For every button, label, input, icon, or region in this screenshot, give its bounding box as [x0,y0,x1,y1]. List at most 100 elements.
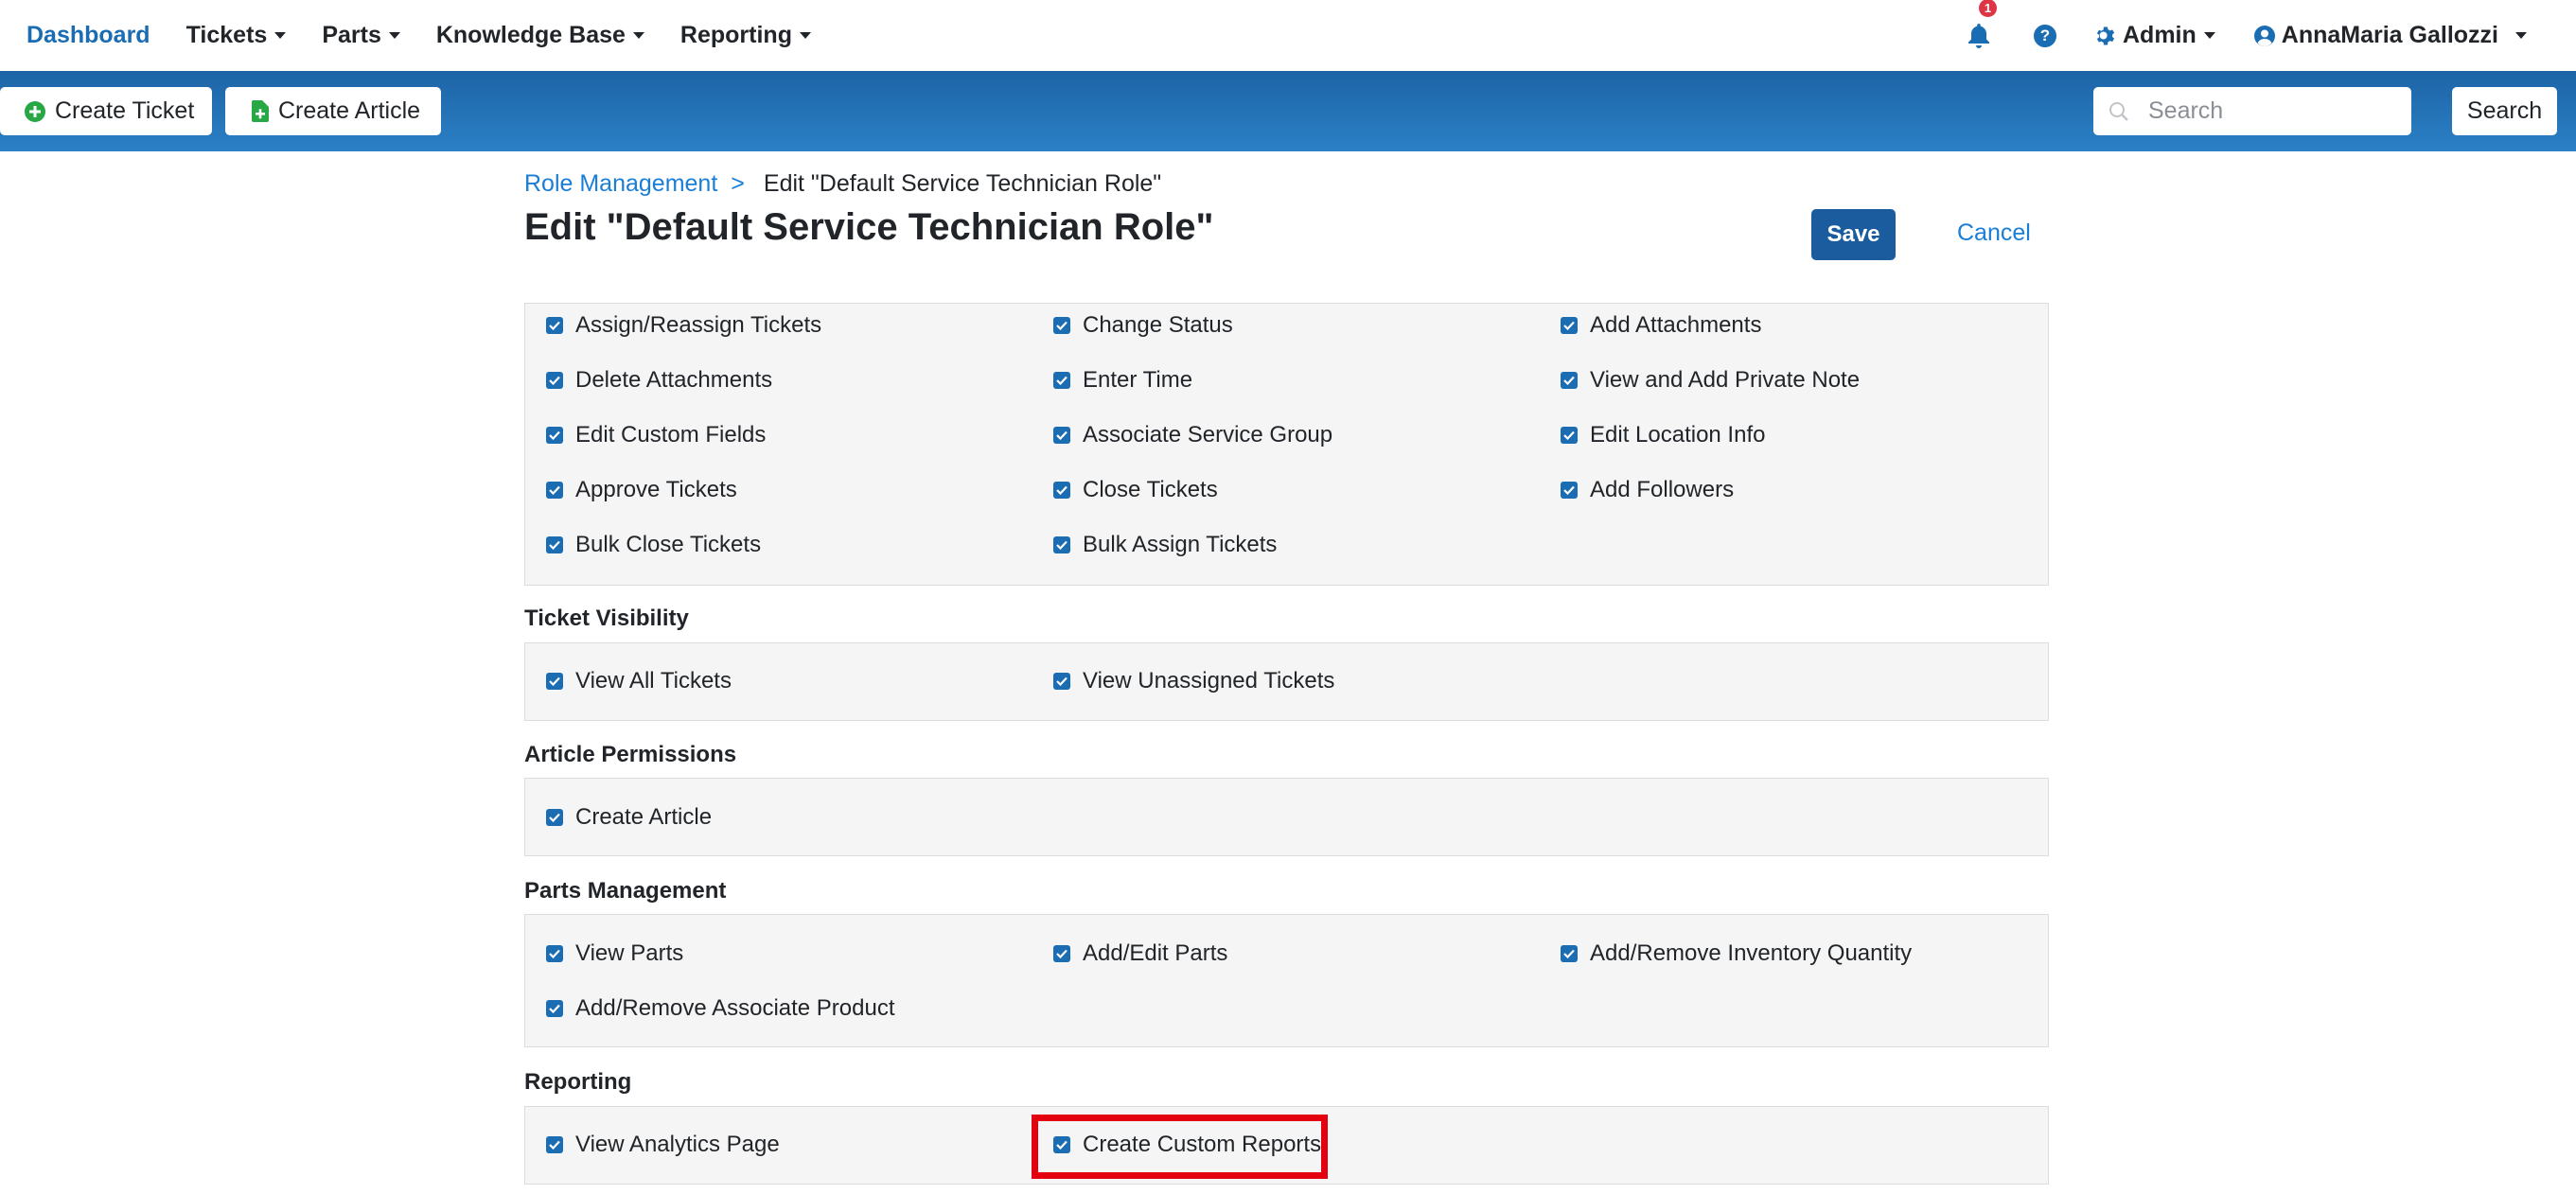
checkbox-checked-icon[interactable] [546,1136,563,1153]
checkbox-checked-icon[interactable] [1053,482,1070,499]
perm-label: View Parts [575,940,684,966]
perm-label: View All Tickets [575,668,732,694]
action-toolbar: Create Ticket Create Article Search [0,71,2576,151]
parts-management-panel [524,914,2049,1047]
checkbox-checked-icon[interactable] [546,1000,563,1017]
perm-label: Enter Time [1083,367,1193,393]
save-button[interactable]: Save [1811,209,1896,260]
perm-view-add-private-note[interactable]: View and Add Private Note [1561,367,1860,394]
perm-label: Associate Service Group [1083,422,1333,448]
notification-badge: 1 [1979,0,1997,17]
section-title-reporting: Reporting [524,1069,632,1095]
perm-view-all-tickets[interactable]: View All Tickets [546,668,732,694]
perm-label: Change Status [1083,312,1233,338]
article-permissions-panel [524,778,2049,856]
checkbox-checked-icon[interactable] [1561,372,1578,389]
checkbox-checked-icon[interactable] [1053,673,1070,690]
checkbox-checked-icon[interactable] [1053,536,1070,553]
help-button[interactable]: ? [2034,24,2056,47]
perm-add-attachments[interactable]: Add Attachments [1561,312,1761,339]
perm-edit-location-info[interactable]: Edit Location Info [1561,422,1765,448]
perm-label: Close Tickets [1083,477,1218,502]
gear-icon [2096,26,2115,44]
create-ticket-button[interactable]: Create Ticket [0,87,212,135]
chevron-down-icon [2203,32,2215,39]
checkbox-checked-icon[interactable] [546,317,563,334]
page-title: Edit "Default Service Technician Role" [524,206,1214,248]
perm-label: Approve Tickets [575,477,737,502]
chevron-down-icon [799,32,811,39]
nav-tickets-label: Tickets [185,22,268,48]
checkbox-checked-icon[interactable] [546,372,563,389]
notifications-button[interactable]: 1 [1967,0,1997,50]
cancel-button[interactable]: Cancel [1957,219,2031,247]
checkbox-checked-icon[interactable] [1053,427,1070,444]
perm-approve-tickets[interactable]: Approve Tickets [546,477,737,503]
search-button[interactable]: Search [2452,87,2557,135]
search-icon [2109,101,2128,121]
checkbox-checked-icon[interactable] [1561,317,1578,334]
admin-label: Admin [2123,22,2197,48]
perm-label: Edit Custom Fields [575,422,767,448]
user-menu[interactable]: AnnaMaria Gallozzi [2253,22,2527,49]
perm-assign-reassign-tickets[interactable]: Assign/Reassign Tickets [546,312,821,339]
search-button-label: Search [2466,97,2543,124]
perm-enter-time[interactable]: Enter Time [1053,367,1192,394]
perm-label: Add/Remove Inventory Quantity [1590,940,1913,966]
perm-change-status[interactable]: Change Status [1053,312,1233,339]
main-menu: Dashboard Tickets Parts Knowledge Base R… [26,0,847,71]
perm-associate-service-group[interactable]: Associate Service Group [1053,422,1332,448]
perm-close-tickets[interactable]: Close Tickets [1053,477,1218,503]
breadcrumb-role-management-link[interactable]: Role Management [524,170,717,198]
create-article-button[interactable]: Create Article [225,87,441,135]
nav-parts[interactable]: Parts [322,22,400,49]
checkbox-checked-icon[interactable] [1053,945,1070,962]
perm-label: Bulk Assign Tickets [1083,532,1278,557]
chevron-down-icon [2515,32,2527,39]
checkbox-checked-icon[interactable] [1561,945,1578,962]
user-name: AnnaMaria Gallozzi [2281,22,2498,48]
section-title-article-permissions: Article Permissions [524,742,737,767]
help-icon: ? [2034,24,2056,47]
checkbox-checked-icon[interactable] [546,673,563,690]
checkbox-checked-icon[interactable] [1561,482,1578,499]
checkbox-checked-icon[interactable] [546,945,563,962]
checkbox-checked-icon[interactable] [1561,427,1578,444]
checkbox-checked-icon[interactable] [546,809,563,826]
perm-add-remove-inventory-quantity[interactable]: Add/Remove Inventory Quantity [1561,940,1912,967]
perm-view-unassigned-tickets[interactable]: View Unassigned Tickets [1053,668,1334,694]
perm-label: View Analytics Page [575,1132,780,1157]
section-title-parts-management: Parts Management [524,878,727,904]
perm-label: Edit Location Info [1590,422,1766,448]
perm-add-edit-parts[interactable]: Add/Edit Parts [1053,940,1227,967]
perm-view-parts[interactable]: View Parts [546,940,683,967]
nav-dashboard-label: Dashboard [26,22,150,48]
checkbox-checked-icon[interactable] [546,482,563,499]
checkbox-checked-icon[interactable] [1053,317,1070,334]
perm-label: Create Article [575,804,713,830]
nav-tickets[interactable]: Tickets [186,22,287,49]
search-field[interactable] [2093,87,2411,135]
nav-parts-label: Parts [322,22,381,48]
checkbox-checked-icon[interactable] [1053,372,1070,389]
checkbox-checked-icon[interactable] [546,536,563,553]
perm-add-remove-associate-product[interactable]: Add/Remove Associate Product [546,995,895,1022]
create-ticket-label: Create Ticket [55,97,195,124]
admin-menu[interactable]: Admin [2094,22,2215,49]
nav-knowledge-base-label: Knowledge Base [435,22,626,48]
nav-reporting[interactable]: Reporting [680,22,811,49]
perm-delete-attachments[interactable]: Delete Attachments [546,367,772,394]
chevron-down-icon [274,32,287,39]
perm-bulk-close-tickets[interactable]: Bulk Close Tickets [546,532,761,558]
perm-edit-custom-fields[interactable]: Edit Custom Fields [546,422,766,448]
perm-create-article[interactable]: Create Article [546,804,712,831]
nav-reporting-label: Reporting [679,22,792,48]
nav-knowledge-base[interactable]: Knowledge Base [436,22,644,49]
perm-bulk-assign-tickets[interactable]: Bulk Assign Tickets [1053,532,1277,558]
perm-add-followers[interactable]: Add Followers [1561,477,1734,503]
search-input[interactable] [2146,97,2406,126]
checkbox-checked-icon[interactable] [546,427,563,444]
perm-label: Bulk Close Tickets [575,532,762,557]
nav-dashboard[interactable]: Dashboard [26,22,150,49]
perm-view-analytics-page[interactable]: View Analytics Page [546,1132,780,1158]
